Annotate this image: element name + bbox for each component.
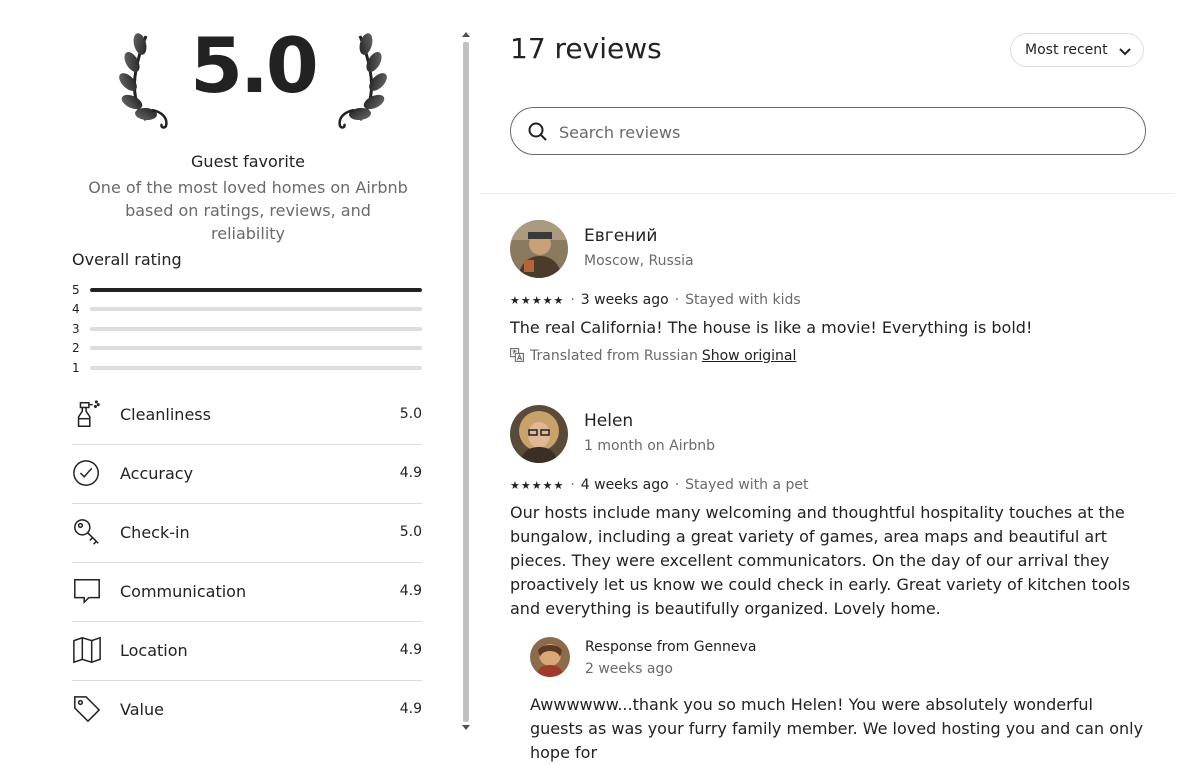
translation-note: Translated from Russian Show original [510, 348, 796, 364]
category-value: 5.0 [399, 406, 422, 422]
category-check-in: Check-in 5.0 [72, 504, 422, 563]
category-value: 4.9 [399, 465, 422, 481]
rating-bar-track [90, 288, 422, 292]
search-input[interactable] [557, 118, 1121, 146]
rating-bar-label: 2 [72, 341, 80, 356]
review-text: The real California! The house is like a… [510, 318, 1033, 337]
translated-from-label: Translated from Russian [530, 348, 698, 364]
rating-bar-label: 3 [72, 321, 80, 336]
category-label: Value [120, 700, 164, 719]
avatar[interactable] [510, 220, 568, 278]
rating-bar-row: 5 [72, 282, 422, 301]
category-label: Check-in [120, 523, 190, 542]
review-meta: ★★★★★ · 4 weeks ago · Stayed with a pet [510, 477, 809, 493]
rating-summary-panel: 5.0 Guest favorite One of the most loved… [0, 0, 460, 735]
review-date: 3 weeks ago [580, 292, 669, 308]
reviewer-name: Евгений [584, 226, 658, 246]
chevron-down-icon [1119, 48, 1131, 56]
reviews-panel: 17 reviews Most recent Евгений Moscow, R… [480, 0, 1200, 762]
rating-bar-track [90, 326, 422, 331]
response-text: Awwwwww...thank you so much Helen! You w… [530, 695, 1144, 762]
rating-bar-fill [90, 288, 422, 292]
rating-bar-label: 5 [72, 283, 80, 297]
rating-bar-label: 1 [72, 360, 80, 375]
review-meta: ★★★★★ · 3 weeks ago · Stayed with kids [510, 292, 801, 308]
map-icon [73, 636, 101, 664]
star-rating: ★★★★★ [510, 479, 565, 492]
avatar[interactable] [510, 405, 568, 463]
rating-bar-row: 1 [72, 360, 422, 379]
scroll-down-arrow-icon[interactable] [462, 725, 470, 730]
show-original-link[interactable]: Show original [702, 348, 797, 364]
search-reviews-box[interactable] [510, 107, 1146, 155]
category-communication: Communication 4.9 [72, 563, 422, 622]
overall-rating-title: Overall rating [72, 250, 182, 269]
chat-bubble-icon [74, 579, 100, 605]
reviewer-location: Moscow, Russia [584, 253, 694, 269]
rating-bar-row: 4 [72, 301, 422, 320]
category-value: 5.0 [399, 524, 422, 540]
sort-dropdown-label: Most recent [1025, 42, 1108, 58]
category-label: Location [120, 641, 188, 660]
stay-type: Stayed with kids [685, 292, 801, 308]
stay-type: Stayed with a pet [685, 477, 809, 493]
guest-favorite-title: Guest favorite [191, 152, 305, 171]
reviews-count-title: 17 reviews [510, 32, 662, 65]
category-accuracy: Accuracy 4.9 [72, 445, 422, 504]
rating-bar-label: 4 [72, 302, 80, 317]
check-circle-icon [73, 460, 99, 486]
rating-bar-row: 3 [72, 321, 422, 340]
spray-bottle-icon [77, 400, 100, 427]
category-cleanliness: Cleanliness 5.0 [72, 386, 422, 445]
category-value: 4.9 [399, 701, 422, 717]
guest-favorite-description: One of the most loved homes on Airbnb ba… [0, 176, 496, 245]
rating-bar-track [90, 307, 422, 312]
search-icon [528, 122, 547, 141]
review-text: Our hosts include many welcoming and tho… [510, 503, 1131, 618]
scrollbar-thumb[interactable] [463, 42, 469, 722]
rating-bar-track [90, 365, 422, 370]
sort-dropdown[interactable]: Most recent [1010, 33, 1144, 67]
divider [480, 193, 1174, 194]
category-label: Communication [120, 582, 247, 601]
reviewer-tenure: 1 month on Airbnb [584, 438, 716, 454]
guest-favorite-description-text: One of the most loved homes on Airbnb ba… [88, 178, 408, 243]
rating-distribution: 5 4 3 2 1 [72, 282, 422, 379]
rating-bar-row: 2 [72, 340, 422, 359]
category-label: Accuracy [120, 464, 194, 483]
key-icon [74, 519, 99, 545]
category-value: 4.9 [399, 583, 422, 599]
laurel-left-icon [119, 33, 168, 129]
scroll-up-arrow-icon[interactable] [462, 32, 470, 37]
star-rating: ★★★★★ [510, 294, 565, 307]
laurel-right-icon [338, 33, 387, 129]
reviewer-name: Helen [584, 411, 634, 431]
rating-bar-track [90, 346, 422, 351]
guest-favorite-badge: 5.0 [118, 21, 388, 136]
category-value: Value 4.9 [72, 681, 422, 739]
overall-score: 5.0 [190, 21, 319, 110]
translate-icon [510, 348, 524, 362]
response-date: 2 weeks ago [585, 661, 673, 677]
price-tag-icon [74, 696, 101, 723]
category-location: Location 4.9 [72, 622, 422, 681]
host-avatar[interactable] [530, 637, 570, 677]
scrollbar[interactable] [460, 30, 472, 730]
category-label: Cleanliness [120, 405, 211, 424]
category-ratings: Cleanliness 5.0 Accuracy 4.9 Check-in 5.… [72, 386, 422, 739]
category-value: 4.9 [399, 642, 422, 658]
review-date: 4 weeks ago [580, 477, 669, 493]
response-title: Response from Genneva [585, 639, 757, 655]
